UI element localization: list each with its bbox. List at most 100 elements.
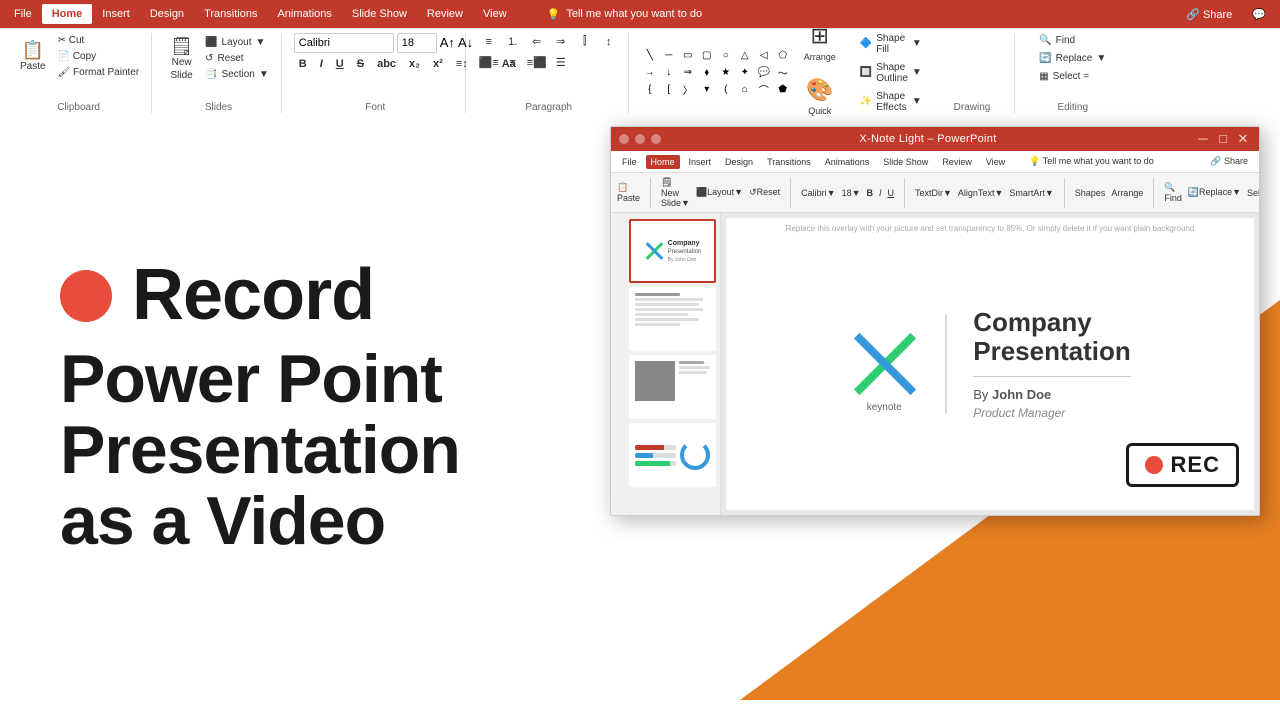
- ppt-paste-mini[interactable]: 📋Paste: [617, 182, 640, 203]
- ppt-underline-mini[interactable]: U: [888, 188, 895, 198]
- shape-oval[interactable]: ○: [717, 48, 735, 64]
- ppt-reset-mini[interactable]: ↺Reset: [749, 187, 780, 198]
- shape-house[interactable]: ⌂: [736, 82, 754, 98]
- ppt-font-mini[interactable]: Calibri▼: [801, 188, 835, 198]
- ppt-mini-tab-file[interactable]: File: [617, 155, 642, 169]
- shape-roundrect[interactable]: ▢: [698, 48, 716, 64]
- shape-starburst[interactable]: ✦: [736, 65, 754, 81]
- bullets-button[interactable]: ≡: [478, 33, 500, 51]
- shape-pentagon[interactable]: ⬠: [774, 48, 792, 64]
- ppt-mini-tell-me[interactable]: 💡 Tell me what you want to do: [1024, 154, 1159, 169]
- ppt-minimize-button[interactable]: ─: [1195, 131, 1211, 147]
- shape-outline-button[interactable]: 🔲 Shape Outline ▼: [856, 60, 926, 86]
- increase-indent-button[interactable]: ⇒: [550, 33, 572, 51]
- tab-design[interactable]: Design: [140, 4, 194, 24]
- superscript-button[interactable]: x²: [428, 56, 448, 72]
- shape-curved[interactable]: ⌒: [755, 82, 773, 98]
- comment-icon[interactable]: 💬: [1242, 4, 1276, 25]
- slide-thumb-1[interactable]: Company Presentation By John Doe: [629, 219, 716, 283]
- ppt-new-slide-mini[interactable]: 🗒New Slide▼: [661, 177, 690, 208]
- layout-button[interactable]: ⬛ Layout ▼: [201, 35, 273, 50]
- numbering-button[interactable]: 1.: [502, 33, 524, 51]
- align-center-button[interactable]: ≡: [502, 54, 524, 72]
- font-name-box[interactable]: Calibri: [294, 33, 394, 53]
- shape-rect[interactable]: ▭: [679, 48, 697, 64]
- shape-brace[interactable]: {: [641, 82, 659, 98]
- tab-slideshow[interactable]: Slide Show: [342, 4, 417, 24]
- underline-button[interactable]: U: [331, 56, 349, 72]
- ppt-mini-tab-transitions[interactable]: Transitions: [762, 155, 816, 169]
- shape-callout[interactable]: 💬: [755, 65, 773, 81]
- ppt-maximize-button[interactable]: □: [1215, 131, 1231, 147]
- new-slide-button[interactable]: 🗒 New Slide: [164, 33, 199, 85]
- font-size-box[interactable]: 18: [397, 33, 437, 53]
- slide-thumb-4[interactable]: [629, 423, 716, 487]
- ppt-shapes-mini[interactable]: Shapes: [1075, 188, 1106, 198]
- arrange-button[interactable]: ⊞ Arrange: [796, 15, 844, 71]
- smallcaps-button[interactable]: abc: [372, 56, 401, 72]
- rec-button[interactable]: REC: [1126, 443, 1239, 487]
- slide-thumb-3[interactable]: [629, 355, 716, 419]
- tab-review[interactable]: Review: [417, 4, 473, 24]
- tab-file[interactable]: File: [4, 4, 42, 24]
- subscript-button[interactable]: x₂: [404, 56, 425, 72]
- shape-paren[interactable]: (: [717, 82, 735, 98]
- copy-button[interactable]: 📄 Copy: [54, 49, 144, 64]
- strikethrough-button[interactable]: S: [352, 56, 369, 72]
- ppt-mini-tab-slideshow[interactable]: Slide Show: [878, 155, 933, 169]
- shape-arrow3[interactable]: ⇒: [679, 65, 697, 81]
- ppt-mini-share[interactable]: 🔗 Share: [1205, 154, 1253, 169]
- ppt-size-mini[interactable]: 18▼: [842, 188, 861, 198]
- tab-transitions[interactable]: Transitions: [194, 4, 267, 24]
- shape-star[interactable]: ★: [717, 65, 735, 81]
- decrease-indent-button[interactable]: ⇐: [526, 33, 548, 51]
- tell-me-box[interactable]: 💡 Tell me what you want to do: [537, 4, 712, 25]
- tab-home[interactable]: Home: [42, 4, 93, 24]
- ppt-italic-mini[interactable]: I: [879, 188, 882, 198]
- reset-button[interactable]: ↺ Reset: [201, 51, 273, 66]
- paste-button[interactable]: 📋 Paste: [14, 37, 52, 76]
- slide-thumb-2[interactable]: [629, 287, 716, 351]
- shape-effects-button[interactable]: ✨ Shape Effects ▼: [856, 89, 926, 115]
- ppt-mini-tab-home[interactable]: Home: [646, 155, 680, 169]
- justify-button[interactable]: ☰: [550, 54, 572, 72]
- share-button[interactable]: 🔗 Share: [1176, 4, 1242, 25]
- replace-button[interactable]: 🔄 Replace▼: [1035, 51, 1110, 66]
- ppt-smartart-mini[interactable]: SmartArt▼: [1009, 188, 1053, 198]
- ppt-align-mini[interactable]: AlignText▼: [958, 188, 1003, 198]
- ppt-text-dir-mini[interactable]: TextDir▼: [915, 188, 952, 198]
- shape-line[interactable]: ╲: [641, 48, 659, 64]
- shape-wave[interactable]: 〜: [774, 65, 792, 81]
- tab-view[interactable]: View: [473, 4, 517, 24]
- ppt-mini-tab-insert[interactable]: Insert: [684, 155, 717, 169]
- select-button[interactable]: ▦ Select =: [1035, 69, 1110, 84]
- ppt-find-mini[interactable]: 🔍Find: [1164, 182, 1182, 203]
- tab-insert[interactable]: Insert: [92, 4, 140, 24]
- ppt-layout-mini[interactable]: ⬛Layout▼: [696, 187, 743, 198]
- shape-arrow1[interactable]: →: [641, 65, 659, 81]
- ppt-mini-tab-animations[interactable]: Animations: [820, 155, 875, 169]
- shape-arrow4[interactable]: ⬧: [698, 65, 716, 81]
- ppt-arrange-mini[interactable]: Arrange: [1111, 188, 1143, 198]
- cut-button[interactable]: ✂ Cut: [54, 33, 144, 48]
- ppt-close-button[interactable]: ✕: [1235, 131, 1251, 147]
- line-spacing-button[interactable]: ↕: [598, 33, 620, 51]
- align-left-button[interactable]: ⬛≡: [478, 54, 500, 72]
- shape-arrow2[interactable]: ↓: [660, 65, 678, 81]
- increase-font-icon[interactable]: A↑: [440, 35, 455, 50]
- shape-triangle[interactable]: △: [736, 48, 754, 64]
- text-columns-button[interactable]: ⫿: [574, 33, 596, 51]
- find-button[interactable]: 🔍 Find: [1035, 33, 1110, 48]
- align-right-button[interactable]: ≡⬛: [526, 54, 548, 72]
- section-button[interactable]: 📑 Section ▼: [201, 67, 273, 82]
- shape-extra[interactable]: ⬟: [774, 82, 792, 98]
- shape-rtriangle[interactable]: ◁: [755, 48, 773, 64]
- italic-button[interactable]: I: [315, 56, 328, 72]
- bold-button[interactable]: B: [294, 56, 312, 72]
- tab-animations[interactable]: Animations: [267, 4, 341, 24]
- shape-more[interactable]: ▾: [698, 82, 716, 98]
- shape-line2[interactable]: ─: [660, 48, 678, 64]
- shape-chevron[interactable]: 〉: [679, 82, 697, 98]
- ppt-mini-tab-review[interactable]: Review: [937, 155, 977, 169]
- shape-fill-button[interactable]: 🔷 Shape Fill ▼: [856, 31, 926, 57]
